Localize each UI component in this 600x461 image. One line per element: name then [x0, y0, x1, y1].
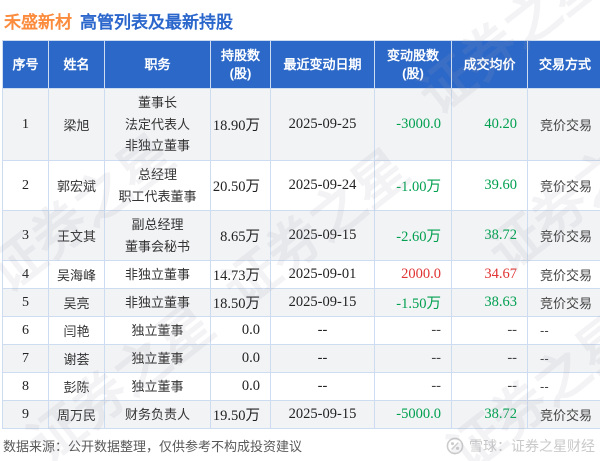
table-row: 4 吴海峰 非独立董事 14.73万 2025-09-01 2000.0 34.…	[2, 260, 600, 289]
table-row: 3 王文其 副总经理 董事会秘书 8.65万 2025-09-15 -2.60万…	[2, 210, 600, 261]
cell-shares: 0.0	[210, 316, 271, 345]
cell-date: 2025-09-15	[270, 400, 375, 429]
cell-name: 梁旭	[48, 88, 105, 161]
cell-price: 38.63	[451, 288, 528, 317]
cell-no: 7	[2, 344, 49, 373]
cell-no: 4	[2, 260, 49, 289]
cell-name: 吴亮	[48, 288, 105, 317]
cell-name: 郭宏斌	[48, 160, 105, 211]
table-row: 8 彭陈 独立董事 0.0 -- -- -- --	[2, 372, 600, 401]
title-suffix: 高管列表及最新持股	[80, 12, 233, 32]
cell-price: --	[451, 344, 528, 373]
page-title: 禾盛新材 高管列表及最新持股	[0, 0, 600, 40]
cell-date: --	[270, 316, 375, 345]
cell-change: -1.50万	[374, 288, 452, 317]
col-header-name: 姓名	[48, 40, 105, 89]
cell-name: 闫艳	[48, 316, 105, 345]
cell-change: -5000.0	[374, 400, 452, 429]
cell-name: 吴海峰	[48, 260, 105, 289]
cell-change: -2.60万	[374, 210, 452, 261]
table-row: 2 郭宏斌 总经理 职工代表董事 20.50万 2025-09-24 -1.00…	[2, 160, 600, 211]
cell-price: 34.67	[451, 260, 528, 289]
cell-change: --	[374, 316, 452, 345]
cell-method: 竞价交易	[527, 88, 600, 161]
col-header-date: 最近变动日期	[270, 40, 375, 89]
cell-date: 2025-09-25	[270, 88, 375, 161]
cell-date: --	[270, 372, 375, 401]
cell-name: 周万民	[48, 400, 105, 429]
executive-holdings-table: 序号 姓名 职务 持股数 (股) 最近变动日期 变动股数 (股) 成交均价 交易…	[2, 40, 600, 429]
cell-method: 竞价交易	[527, 400, 600, 429]
cell-no: 2	[2, 160, 49, 211]
table-header-row: 序号 姓名 职务 持股数 (股) 最近变动日期 变动股数 (股) 成交均价 交易…	[2, 40, 600, 89]
cell-method: 竞价交易	[527, 260, 600, 289]
cell-shares: 0.0	[210, 344, 271, 373]
data-source-note: 数据来源：公开数据整理，仅供参考不构成投资建议	[3, 439, 303, 454]
cell-price: 38.72	[451, 400, 528, 429]
cell-method: --	[527, 372, 600, 401]
cell-price: --	[451, 372, 528, 401]
col-header-change: 变动股数 (股)	[374, 40, 452, 89]
brand-text: 雪球：证券之星财经	[469, 437, 595, 454]
xueqiu-percent-circle-icon	[446, 437, 464, 454]
table-row: 9 周万民 财务负责人 19.50万 2025-09-15 -5000.0 38…	[2, 400, 600, 429]
table-row: 5 吴亮 非独立董事 18.50万 2025-09-15 -1.50万 38.6…	[2, 288, 600, 317]
cell-date: 2025-09-24	[270, 160, 375, 211]
cell-price: 40.20	[451, 88, 528, 161]
cell-date: --	[270, 344, 375, 373]
cell-no: 8	[2, 372, 49, 401]
cell-name: 王文其	[48, 210, 105, 261]
cell-date: 2025-09-01	[270, 260, 375, 289]
cell-no: 6	[2, 316, 49, 345]
col-header-price: 成交均价	[451, 40, 528, 89]
table-row: 1 梁旭 董事长 法定代表人 非独立董事 18.90万 2025-09-25 -…	[2, 88, 600, 161]
cell-no: 1	[2, 88, 49, 161]
cell-position: 财务负责人	[104, 400, 211, 429]
cell-shares: 14.73万	[210, 260, 271, 289]
brand-credit: 雪球：证券之星财经	[446, 436, 595, 456]
footer: 数据来源：公开数据整理，仅供参考不构成投资建议 雪球：证券之星财经	[0, 430, 600, 461]
cell-no: 9	[2, 400, 49, 429]
col-header-no: 序号	[2, 40, 49, 89]
cell-position: 非独立董事	[104, 260, 211, 289]
cell-date: 2025-09-15	[270, 210, 375, 261]
cell-name: 彭陈	[48, 372, 105, 401]
cell-shares: 20.50万	[210, 160, 271, 211]
cell-method: --	[527, 344, 600, 373]
col-header-shares: 持股数 (股)	[210, 40, 271, 89]
cell-name: 谢荟	[48, 344, 105, 373]
table-row: 7 谢荟 独立董事 0.0 -- -- -- --	[2, 344, 600, 373]
cell-change: -1.00万	[374, 160, 452, 211]
col-header-method: 交易方式	[527, 40, 600, 89]
stock-name: 禾盛新材	[4, 12, 72, 32]
cell-position: 副总经理 董事会秘书	[104, 210, 211, 261]
col-header-position: 职务	[104, 40, 211, 89]
cell-change: --	[374, 372, 452, 401]
cell-shares: 18.90万	[210, 88, 271, 161]
cell-shares: 18.50万	[210, 288, 271, 317]
cell-price: --	[451, 316, 528, 345]
cell-method: --	[527, 316, 600, 345]
cell-method: 竞价交易	[527, 210, 600, 261]
cell-position: 总经理 职工代表董事	[104, 160, 211, 211]
cell-change: 2000.0	[374, 260, 452, 289]
cell-position: 独立董事	[104, 372, 211, 401]
cell-shares: 8.65万	[210, 210, 271, 261]
cell-date: 2025-09-15	[270, 288, 375, 317]
cell-no: 5	[2, 288, 49, 317]
cell-change: -3000.0	[374, 88, 452, 161]
table-row: 6 闫艳 独立董事 0.0 -- -- -- --	[2, 316, 600, 345]
cell-no: 3	[2, 210, 49, 261]
cell-price: 39.60	[451, 160, 528, 211]
cell-position: 非独立董事	[104, 288, 211, 317]
cell-position: 独立董事	[104, 344, 211, 373]
cell-position: 董事长 法定代表人 非独立董事	[104, 88, 211, 161]
cell-position: 独立董事	[104, 316, 211, 345]
cell-shares: 0.0	[210, 372, 271, 401]
cell-shares: 19.50万	[210, 400, 271, 429]
cell-method: 竞价交易	[527, 288, 600, 317]
cell-price: 38.72	[451, 210, 528, 261]
cell-method: 竞价交易	[527, 160, 600, 211]
cell-change: --	[374, 344, 452, 373]
